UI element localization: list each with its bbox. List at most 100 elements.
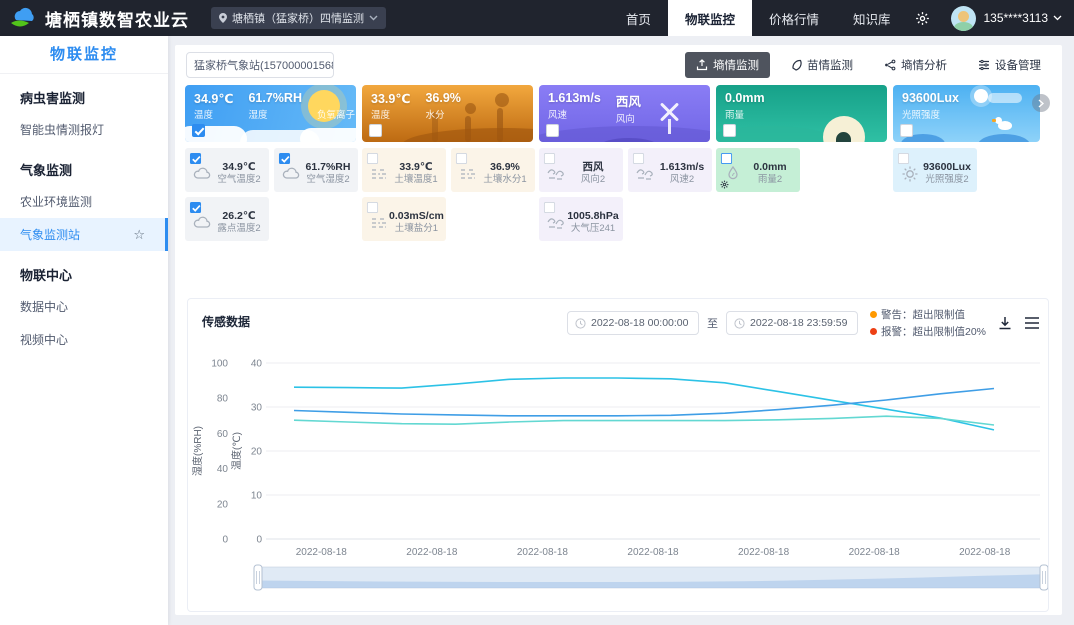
dome-illustration <box>823 116 865 142</box>
sidebar-group-pest: 病虫害监测 <box>0 74 168 113</box>
view-toolbar: 墒情监测 苗情监测 墒情分析 设备管理 <box>685 52 1052 78</box>
svg-text:80: 80 <box>217 394 229 405</box>
sensor-tile-dew-point: 26.2℃露点温度2 <box>185 197 269 241</box>
star-icon[interactable]: ☆ <box>133 228 145 241</box>
seedling-monitoring-button[interactable]: 苗情监测 <box>779 52 864 78</box>
nav-price-market[interactable]: 价格行情 <box>752 0 836 36</box>
header-nav: 首页 物联监控 价格行情 知识库 135****3113 <box>609 0 1074 36</box>
cloud-leaf-logo-icon <box>10 7 37 29</box>
seedling-icon <box>790 59 802 71</box>
date-to-input[interactable]: 2022-08-18 23:59:59 <box>726 311 858 335</box>
nav-home[interactable]: 首页 <box>609 0 668 36</box>
metric-value: 61.7%RH <box>248 91 302 106</box>
sidebar: 物联监控 病虫害监测 智能虫情测报灯 气象监测 农业环境监测 气象监测站 ☆ 物… <box>0 36 168 625</box>
device-list-icon <box>978 59 990 71</box>
card-checkbox-light[interactable] <box>900 124 913 137</box>
tile-settings-gear-icon[interactable] <box>720 180 729 189</box>
metric-label: 风向 <box>616 111 641 125</box>
sensor-tile-soil-salinity: 0.03mS/cm土壤盐分1 <box>362 197 446 241</box>
svg-text:30: 30 <box>251 403 263 414</box>
cloud-icon <box>192 213 212 233</box>
analysis-share-icon <box>884 59 896 71</box>
chart-controls: 2022-08-18 00:00:00 至 2022-08-18 23:59:5… <box>567 307 1040 339</box>
user-phone: 135****3113 <box>983 11 1048 25</box>
sidebar-group-iot-center: 物联中心 <box>0 251 168 290</box>
monitor-icon <box>696 59 708 71</box>
station-select[interactable]: 猛家桥气象站(157000001568 <box>186 52 334 78</box>
metric-value: 34.9℃ <box>194 91 233 106</box>
sidebar-item-video-center[interactable]: 视频中心 <box>0 323 168 356</box>
metric-label: 温度 <box>194 107 233 121</box>
nav-iot-monitoring[interactable]: 物联监控 <box>668 0 752 36</box>
card-checkbox-rain[interactable] <box>723 124 736 137</box>
soil-layers-icon <box>369 164 389 184</box>
svg-text:40: 40 <box>251 359 263 370</box>
bird-illustration <box>998 121 1012 130</box>
tile-checkbox[interactable] <box>456 153 467 164</box>
sidebar-item-insect-lamp[interactable]: 智能虫情测报灯 <box>0 113 168 146</box>
sensor-tile-wind-speed: 1.613m/s风速2 <box>628 148 712 192</box>
device-management-button[interactable]: 设备管理 <box>967 52 1052 78</box>
sun-illustration <box>974 89 988 103</box>
tile-checkbox[interactable] <box>190 153 201 164</box>
tile-checkbox[interactable] <box>721 153 732 164</box>
weather-card-air: 34.9℃温度 61.7%RH湿度 负氧离子 <box>185 85 356 142</box>
data-list-icon[interactable] <box>1024 316 1040 330</box>
tile-checkbox[interactable] <box>367 153 378 164</box>
download-icon[interactable] <box>997 315 1013 331</box>
svg-text:10: 10 <box>251 491 263 502</box>
metric-value: 西风 <box>616 91 641 110</box>
warning-dot <box>870 311 877 318</box>
nav-knowledge-base[interactable]: 知识库 <box>836 0 908 36</box>
card-checkbox-soil[interactable] <box>369 124 382 137</box>
soil-analysis-button[interactable]: 墒情分析 <box>873 52 958 78</box>
card-checkbox-wind[interactable] <box>546 124 559 137</box>
cloud-icon <box>192 164 212 184</box>
clock-icon <box>575 318 586 329</box>
sidebar-group-weather: 气象监测 <box>0 146 168 185</box>
sensor-tile-air-pressure: 1005.8hPa大气压241 <box>539 197 623 241</box>
weather-card-light: 93600Lux光照强度 <box>893 85 1040 142</box>
tile-checkbox[interactable] <box>633 153 644 164</box>
app-logo: 塘栖镇数智农业云 <box>0 6 189 31</box>
metric-label: 水分 <box>425 107 460 121</box>
metric-label: 光照强度 <box>902 107 959 121</box>
sidebar-item-data-center[interactable]: 数据中心 <box>0 290 168 323</box>
user-menu[interactable]: 135****3113 <box>983 11 1062 25</box>
alarm-dot <box>870 328 877 335</box>
svg-text:2022-08-18: 2022-08-18 <box>959 547 1011 558</box>
chart-title: 传感数据 <box>202 313 250 330</box>
svg-text:2022-08-18: 2022-08-18 <box>849 547 901 558</box>
date-from-input[interactable]: 2022-08-18 00:00:00 <box>567 311 699 335</box>
settings-gear-icon[interactable] <box>907 11 937 26</box>
chevron-right-icon <box>1038 99 1044 108</box>
metric-value: 33.9℃ <box>371 91 410 106</box>
metric-label: 湿度 <box>248 107 302 121</box>
tile-checkbox[interactable] <box>367 202 378 213</box>
cards-next-button[interactable] <box>1032 94 1050 112</box>
top-header: 塘栖镇数智农业云 塘栖镇（猛家桥）四情监测 首页 物联监控 价格行情 知识库 1… <box>0 0 1074 36</box>
tile-checkbox[interactable] <box>279 153 290 164</box>
tile-checkbox[interactable] <box>898 153 909 164</box>
svg-text:20: 20 <box>217 499 229 510</box>
sidebar-item-agri-env[interactable]: 农业环境监测 <box>0 185 168 218</box>
metric-value <box>317 91 355 106</box>
user-avatar[interactable] <box>951 6 976 31</box>
metric-value: 36.9% <box>425 91 460 106</box>
tile-checkbox[interactable] <box>190 202 201 213</box>
sensor-tile-soil-temp: 33.9℃土壤温度1 <box>362 148 446 192</box>
sensor-line-chart: 020406080100010203040湿度(%RH)温度(℃)2022-08… <box>188 343 1048 593</box>
svg-text:20: 20 <box>251 447 263 458</box>
tile-checkbox[interactable] <box>544 153 555 164</box>
card-checkbox-air[interactable] <box>192 124 205 137</box>
sidebar-item-weather-station[interactable]: 气象监测站 ☆ <box>0 218 168 251</box>
metric-value: 93600Lux <box>902 91 959 106</box>
location-selector[interactable]: 塘栖镇（猛家桥）四情监测 <box>211 7 386 29</box>
tile-checkbox[interactable] <box>544 202 555 213</box>
chevron-down-icon <box>1053 15 1062 21</box>
datazoom-slider[interactable] <box>258 565 1048 591</box>
soil-layers-icon <box>369 213 389 233</box>
metric-label: 温度 <box>371 107 410 121</box>
svg-text:40: 40 <box>217 464 229 475</box>
soil-monitoring-button[interactable]: 墒情监测 <box>685 52 770 78</box>
